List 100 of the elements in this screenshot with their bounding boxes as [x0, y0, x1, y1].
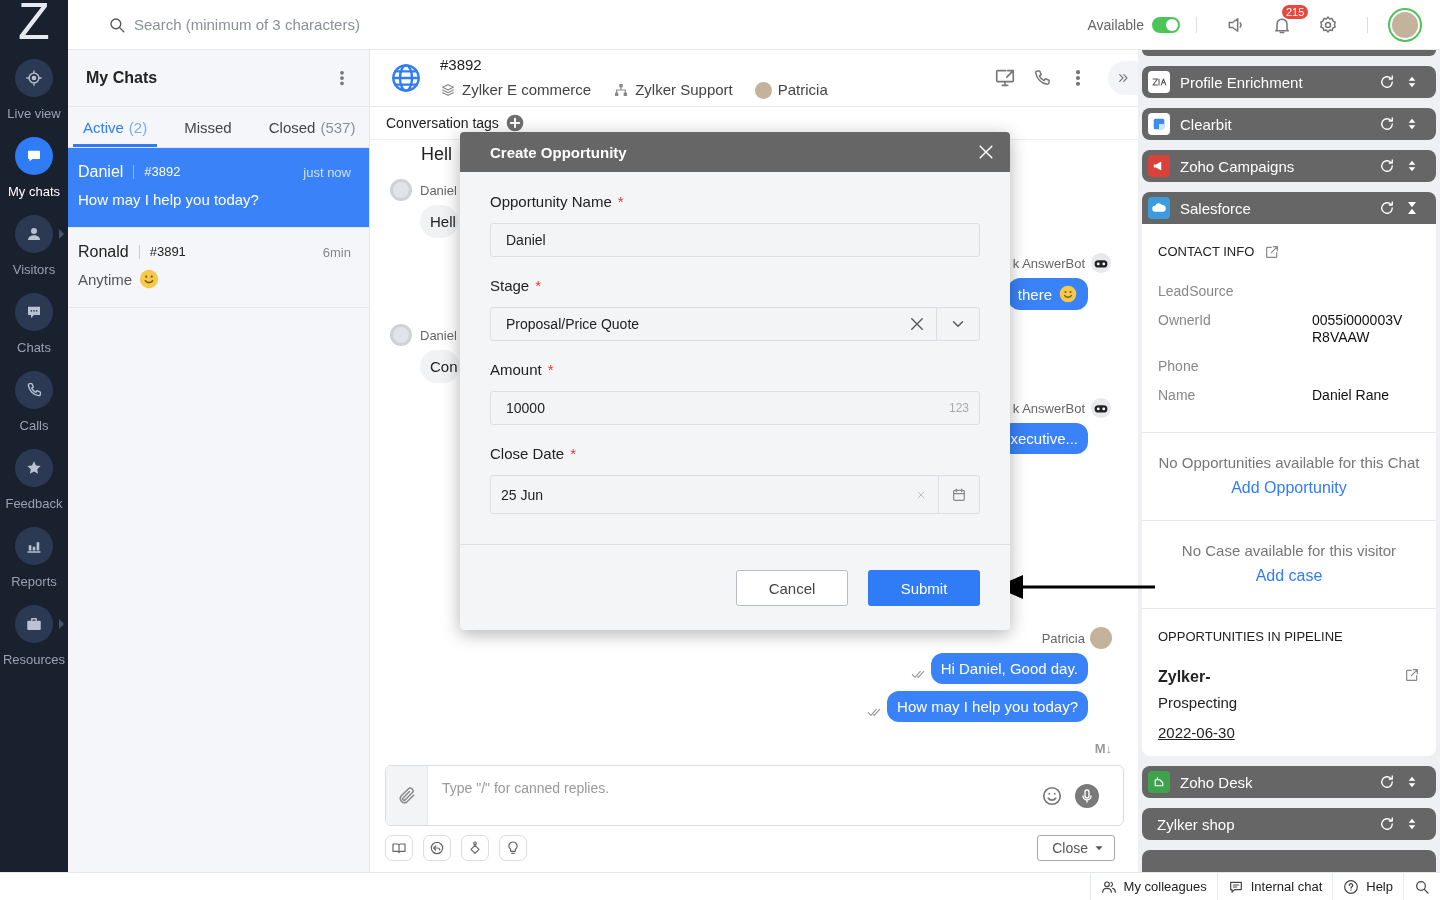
submit-button[interactable]: Submit: [868, 570, 980, 606]
diamond-icon[interactable]: [467, 840, 483, 856]
input-field[interactable]: Daniel: [490, 223, 980, 257]
refresh-icon[interactable]: [1378, 773, 1396, 791]
clear-icon[interactable]: [908, 315, 926, 333]
microphone-icon[interactable]: [1075, 783, 1099, 808]
time-label: 6min: [322, 244, 351, 260]
settings-icon[interactable]: [1318, 14, 1338, 35]
refresh-icon[interactable]: [1378, 73, 1396, 91]
nav-item[interactable]: Feedback: [0, 449, 68, 512]
date-link[interactable]: 2022-06-30: [1158, 723, 1235, 743]
dialog-title: Create Opportunity: [490, 143, 627, 161]
time-label: just now: [303, 164, 351, 180]
nav-item[interactable]: Live view: [0, 59, 68, 122]
contact-name: Daniel: [78, 163, 124, 181]
empty-message: No Opportunities available for this Chat: [1158, 453, 1420, 472]
nav-item[interactable]: Visitors: [0, 215, 68, 278]
refresh-icon[interactable]: [1378, 199, 1396, 217]
field-label: Phone: [1158, 358, 1200, 375]
status-bar-link[interactable]: My colleagues: [1123, 879, 1207, 894]
website-name: Zylker E commerce: [462, 80, 592, 100]
input-field[interactable]: 10000 123: [490, 391, 980, 425]
briefcase-icon: [25, 615, 43, 633]
refresh-icon[interactable]: [1378, 115, 1396, 133]
opportunity-name: Zylker-: [1158, 667, 1212, 687]
tab[interactable]: Missed: [174, 107, 242, 147]
select-value: Proposal/Price Quote: [505, 316, 641, 332]
date-value: 25 Jun: [500, 486, 545, 503]
nav-item[interactable]: Resources: [0, 605, 68, 668]
bot-icon: [1090, 252, 1112, 274]
search-icon[interactable]: [1414, 878, 1430, 895]
status-toggle[interactable]: [1152, 16, 1180, 33]
book-icon[interactable]: [391, 840, 407, 856]
widget-title: Clearbit: [1180, 115, 1233, 133]
avatar: [390, 324, 412, 346]
message-text: Hi Daniel, Good day.: [940, 659, 1078, 678]
message-text: xecutive...: [1010, 429, 1078, 448]
nav-item[interactable]: My chats: [0, 137, 68, 200]
section-heading: OPPORTUNITIES IN PIPELINE: [1158, 629, 1344, 645]
help-icon[interactable]: [1343, 878, 1360, 895]
status-bar-link[interactable]: Internal chat: [1250, 879, 1323, 894]
reply-icon[interactable]: [429, 840, 445, 856]
screen-share-icon[interactable]: [994, 67, 1016, 89]
cancel-button[interactable]: Cancel: [736, 570, 848, 606]
people-icon[interactable]: [1100, 878, 1117, 895]
field-value: Daniel Rane: [1312, 387, 1391, 404]
paperclip-icon[interactable]: [396, 785, 417, 806]
close-chat-button[interactable]: Close: [1037, 835, 1115, 861]
crosshair-icon: [25, 69, 43, 87]
widget-title: Zoho Desk: [1180, 773, 1254, 791]
phone-icon: [25, 381, 43, 399]
field-label: Close Date: [490, 445, 565, 462]
message-text: How may I help you today?: [897, 697, 1078, 716]
external-link-icon[interactable]: [1404, 667, 1420, 683]
add-link[interactable]: Add case: [1158, 566, 1420, 586]
markdown-label: M↓: [1094, 741, 1112, 757]
smiley-icon[interactable]: [1041, 784, 1063, 807]
nav-item[interactable]: Reports: [0, 527, 68, 590]
avatar: [1090, 627, 1112, 649]
phone-icon[interactable]: [1032, 68, 1052, 88]
refresh-icon[interactable]: [1378, 815, 1396, 833]
field-label: LeadSource: [1158, 283, 1235, 300]
text-input[interactable]: 10000: [491, 392, 949, 424]
panel-title: My Chats: [86, 69, 158, 87]
select-field[interactable]: Proposal/Price Quote: [490, 307, 980, 341]
status-bar-link[interactable]: Help: [1366, 879, 1393, 894]
refresh-icon[interactable]: [1378, 157, 1396, 175]
bot-icon: [1090, 397, 1112, 419]
empty-message: No Case available for this visitor: [1180, 541, 1398, 560]
message-field[interactable]: Type "/" for canned replies.: [385, 765, 1124, 826]
hierarchy-icon: [613, 82, 630, 98]
person-icon: [25, 225, 43, 243]
globe-icon: [390, 62, 422, 94]
date-field[interactable]: 25 Jun: [490, 475, 980, 514]
chat-list-item[interactable]: Ronald #3891 6min Anytime: [68, 228, 369, 308]
sender-name: Daniel: [420, 327, 457, 343]
opportunity-stage: Prospecting: [1158, 693, 1239, 713]
nav-item[interactable]: Calls: [0, 371, 68, 434]
search-icon: [108, 15, 126, 34]
lightbulb-icon[interactable]: [505, 840, 521, 856]
widget-title: Salesforce: [1180, 199, 1252, 217]
avatar: [754, 81, 772, 99]
chat-list-item[interactable]: Daniel #3892 just now How may I help you today?: [68, 148, 369, 228]
message-text: Hell: [421, 143, 452, 165]
sender-name: Patricia: [1041, 630, 1085, 646]
add-link[interactable]: Add Opportunity: [1158, 478, 1420, 498]
search-field[interactable]: Search (minimum of 3 characters): [134, 16, 574, 33]
sender-name: k AnswerBot: [1012, 255, 1085, 271]
field-label: Stage: [490, 277, 530, 294]
add-tag-icon[interactable]: [504, 113, 525, 133]
external-link-icon[interactable]: [1264, 244, 1281, 260]
chat-id: #3892: [133, 165, 181, 179]
calendar-icon[interactable]: [951, 486, 967, 503]
department-name: Zylker Support: [635, 80, 733, 100]
chat-id: #3892: [440, 56, 483, 74]
nav-item[interactable]: Chats: [0, 293, 68, 356]
status-label: Available: [1087, 16, 1144, 33]
tab[interactable]: Closed (537): [258, 107, 366, 147]
sender-name: k AnswerBot: [1012, 400, 1085, 416]
required-mark: *: [570, 445, 577, 462]
